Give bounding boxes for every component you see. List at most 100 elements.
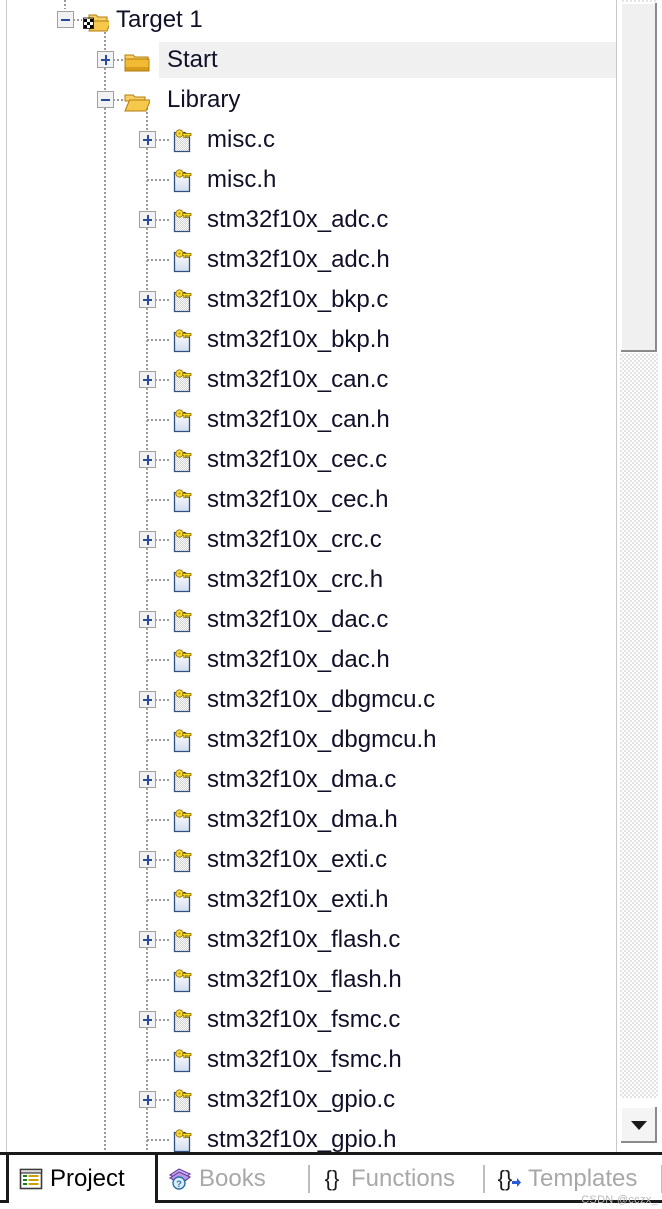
expand-button[interactable] — [139, 1091, 156, 1108]
tree-guide-stub — [147, 819, 169, 821]
h-header-file-icon — [170, 248, 196, 274]
tree-item-label: stm32f10x_dac.h — [207, 646, 390, 673]
expand-button[interactable] — [139, 131, 156, 148]
tree-item[interactable]: misc.h — [8, 160, 616, 200]
braces-icon: {} — [320, 1167, 344, 1191]
expand-button[interactable] — [139, 1011, 156, 1028]
expand-button[interactable] — [139, 451, 156, 468]
tree-item[interactable]: stm32f10x_cec.c — [8, 440, 616, 480]
c-source-file-icon — [170, 1008, 196, 1034]
c-source-file-icon — [170, 688, 196, 714]
tree-item[interactable]: stm32f10x_flash.c — [8, 920, 616, 960]
tree-item-label: stm32f10x_bkp.h — [207, 326, 390, 353]
tab-label: Templates — [528, 1165, 638, 1192]
tree-item[interactable]: stm32f10x_crc.c — [8, 520, 616, 560]
tree-item[interactable]: misc.c — [8, 120, 616, 160]
tree-item[interactable]: stm32f10x_adc.c — [8, 200, 616, 240]
tree-item[interactable]: stm32f10x_dac.h — [8, 640, 616, 680]
tree-item-label: stm32f10x_exti.h — [207, 886, 389, 913]
expand-button[interactable] — [139, 611, 156, 628]
h-header-file-icon — [170, 168, 196, 194]
braces-arrow-icon: {} — [495, 1167, 521, 1191]
project-list-icon — [19, 1167, 43, 1191]
tree-item-label: stm32f10x_dma.h — [207, 806, 398, 833]
books-help-icon: ? — [168, 1167, 192, 1191]
tree-item[interactable]: stm32f10x_dbgmcu.h — [8, 720, 616, 760]
expand-button[interactable] — [139, 371, 156, 388]
h-header-file-icon — [170, 408, 196, 434]
tree-item[interactable]: stm32f10x_adc.h — [8, 240, 616, 280]
svg-text:{}: {} — [325, 1167, 340, 1191]
tree-item-label: stm32f10x_dac.c — [207, 606, 389, 633]
scrollbar-down-button[interactable] — [620, 1106, 658, 1144]
tree-item[interactable]: stm32f10x_fsmc.c — [8, 1000, 616, 1040]
expand-button[interactable] — [139, 931, 156, 948]
tree-guide-stub — [147, 979, 169, 981]
target-folder-icon — [83, 8, 112, 34]
tree-item-label: stm32f10x_crc.h — [207, 566, 384, 593]
tree-item[interactable]: stm32f10x_cec.h — [8, 480, 616, 520]
tree-item[interactable]: stm32f10x_bkp.h — [8, 320, 616, 360]
vertical-scrollbar[interactable] — [616, 0, 662, 1152]
tree-guide-stub — [147, 339, 169, 341]
tree-guide-stub — [147, 739, 169, 741]
tree-item[interactable]: Target 1 — [8, 0, 616, 40]
tree-item[interactable]: stm32f10x_crc.h — [8, 560, 616, 600]
h-header-file-icon — [170, 888, 196, 914]
tree-item-label: stm32f10x_adc.h — [207, 246, 390, 273]
tree-item[interactable]: stm32f10x_flash.h — [8, 960, 616, 1000]
tree-item-label: stm32f10x_fsmc.c — [207, 1006, 401, 1033]
bottom-tab-bar: Project? Books {} Functions {} Templates CSDN… — [0, 1152, 662, 1209]
expand-button[interactable] — [139, 531, 156, 548]
tree-item[interactable]: stm32f10x_gpio.c — [8, 1080, 616, 1120]
expand-button[interactable] — [139, 211, 156, 228]
expand-button[interactable] — [139, 691, 156, 708]
collapse-button[interactable] — [57, 11, 74, 28]
tab-books[interactable]: ? Books — [158, 1155, 310, 1203]
tab-label: Books — [199, 1165, 266, 1192]
tree-item[interactable]: stm32f10x_dac.c — [8, 600, 616, 640]
tree-item[interactable]: stm32f10x_exti.c — [8, 840, 616, 880]
expand-button[interactable] — [139, 291, 156, 308]
scrollbar-thumb[interactable] — [620, 2, 658, 354]
tree-guide-stub — [147, 1139, 169, 1141]
folder-closed-icon — [124, 48, 150, 74]
collapse-button[interactable] — [97, 91, 114, 108]
tab-functions[interactable]: {} Functions — [310, 1155, 485, 1203]
svg-text:?: ? — [176, 1179, 182, 1189]
tab-project[interactable]: Project — [6, 1155, 158, 1203]
tree-guide-stub — [147, 579, 169, 581]
h-header-file-icon — [170, 1128, 196, 1152]
tab-label: Project — [50, 1165, 125, 1192]
tree-item[interactable]: stm32f10x_exti.h — [8, 880, 616, 920]
watermark: CSDN @cczx_ — [581, 1194, 658, 1206]
tree-item-label: stm32f10x_can.c — [207, 366, 389, 393]
tree-guide-stub — [147, 259, 169, 261]
tree-item[interactable]: stm32f10x_dma.h — [8, 800, 616, 840]
c-source-file-icon — [170, 368, 196, 394]
h-header-file-icon — [170, 808, 196, 834]
tree-item[interactable]: stm32f10x_dbgmcu.c — [8, 680, 616, 720]
expand-button[interactable] — [139, 771, 156, 788]
tree-item[interactable]: stm32f10x_gpio.h — [8, 1120, 616, 1152]
tree-item[interactable]: Library — [8, 80, 616, 120]
tree-item-label: stm32f10x_dma.c — [207, 766, 397, 793]
tree-guide-stub — [147, 899, 169, 901]
c-source-file-icon — [170, 928, 196, 954]
tree-item[interactable]: stm32f10x_bkp.c — [8, 280, 616, 320]
tree-item[interactable]: stm32f10x_dma.c — [8, 760, 616, 800]
tree-item-label: misc.h — [207, 166, 277, 193]
tree-item-label: Start — [167, 46, 218, 73]
c-source-file-icon — [170, 448, 196, 474]
expand-button[interactable] — [139, 851, 156, 868]
tree-item-label: Library — [167, 86, 241, 113]
tree-item[interactable]: stm32f10x_fsmc.h — [8, 1040, 616, 1080]
tree-item[interactable]: stm32f10x_can.c — [8, 360, 616, 400]
tree-item-label: stm32f10x_dbgmcu.h — [207, 726, 437, 753]
c-source-file-icon — [170, 128, 196, 154]
tree-item[interactable]: Start — [8, 40, 616, 80]
tree-item[interactable]: stm32f10x_can.h — [8, 400, 616, 440]
expand-button[interactable] — [97, 51, 114, 68]
project-tree[interactable]: Target 1 Start Library misc.c misc.h stm32f10… — [8, 0, 616, 1152]
tree-item-label: stm32f10x_crc.c — [207, 526, 382, 553]
